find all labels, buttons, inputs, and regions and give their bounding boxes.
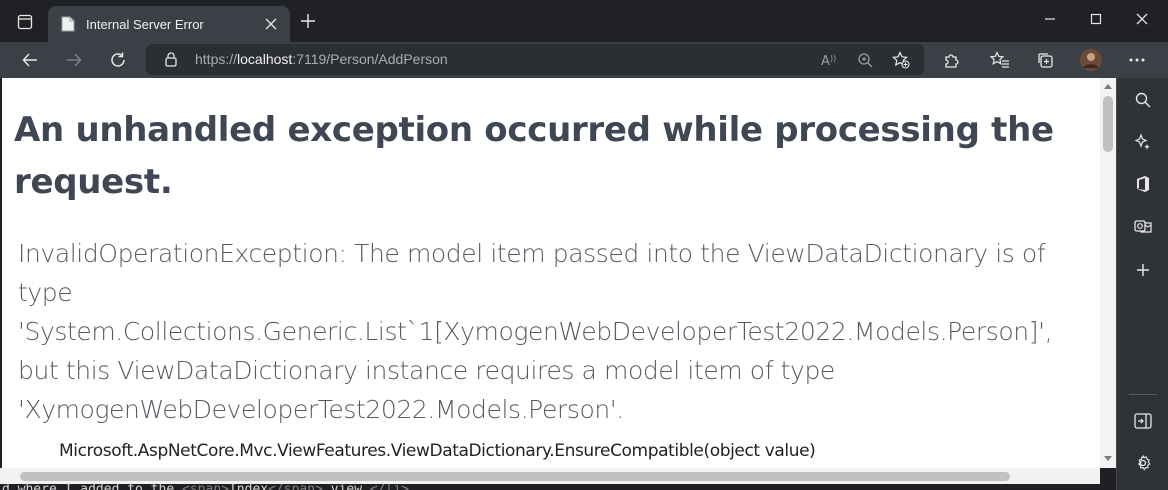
read-aloud-icon[interactable]: A)): [818, 48, 842, 72]
tab-actions-icon[interactable]: [10, 9, 40, 35]
minimize-icon[interactable]: [1027, 0, 1073, 38]
avatar[interactable]: [1075, 44, 1107, 76]
scroll-down-arrow-icon[interactable]: [1104, 456, 1112, 461]
favorites-icon[interactable]: [984, 44, 1016, 76]
zoom-icon[interactable]: [853, 48, 877, 72]
split-screen-icon[interactable]: [1129, 407, 1157, 435]
tab-internal-server-error[interactable]: Internal Server Error: [48, 6, 290, 42]
search-icon[interactable]: [1129, 86, 1157, 114]
maximize-icon[interactable]: [1073, 0, 1119, 38]
more-icon[interactable]: [1121, 44, 1153, 76]
sidebar-divider: [1129, 394, 1157, 395]
scroll-up-arrow-icon[interactable]: [1104, 84, 1112, 89]
close-window-icon[interactable]: [1119, 0, 1165, 38]
star-plus-icon[interactable]: [889, 48, 913, 72]
forward-arrow-icon[interactable]: [58, 44, 90, 76]
vertical-scrollbar[interactable]: [1100, 78, 1116, 468]
collections-icon[interactable]: [1029, 44, 1061, 76]
gear-icon[interactable]: [1129, 449, 1157, 477]
exception-message: InvalidOperationException: The model ite…: [18, 239, 1053, 424]
horizontal-scrollbar-thumb[interactable]: [20, 472, 1010, 481]
svg-text:)): )): [830, 54, 836, 63]
close-icon[interactable]: [256, 12, 286, 36]
sparkle-icon[interactable]: [1129, 128, 1157, 156]
tab-title: Internal Server Error: [86, 16, 204, 32]
outlook-icon[interactable]: [1129, 212, 1157, 240]
url-text[interactable]: https://localhost:7119/Person/AddPerson: [195, 51, 448, 67]
page-icon: [60, 16, 76, 32]
lock-icon[interactable]: [163, 51, 179, 67]
address-bar[interactable]: https://localhost:7119/Person/AddPerson …: [146, 44, 924, 75]
refresh-icon[interactable]: [102, 44, 134, 76]
scrollbar-thumb[interactable]: [1103, 96, 1113, 152]
plus-icon[interactable]: [1129, 256, 1157, 284]
plus-icon[interactable]: [296, 9, 320, 33]
browser-toolbar: https://localhost:7119/Person/AddPerson …: [0, 42, 1168, 78]
edge-sidebar: [1116, 78, 1168, 490]
svg-text:A: A: [821, 54, 830, 68]
puzzle-icon[interactable]: [936, 44, 968, 76]
title-bar: Internal Server Error: [0, 0, 1168, 42]
back-arrow-icon[interactable]: [14, 44, 46, 76]
stack-trace-line[interactable]: Microsoft.AspNetCore.Mvc.ViewFeatures.Vi…: [59, 441, 816, 461]
office-icon[interactable]: [1129, 170, 1157, 198]
horizontal-scrollbar[interactable]: [0, 468, 1100, 484]
underlying-window: d where I added to the <span>Index</span…: [0, 468, 1116, 490]
page-content: An unhandled exception occurred while pr…: [2, 78, 1116, 468]
page-title: An unhandled exception occurred while pr…: [14, 110, 1054, 202]
